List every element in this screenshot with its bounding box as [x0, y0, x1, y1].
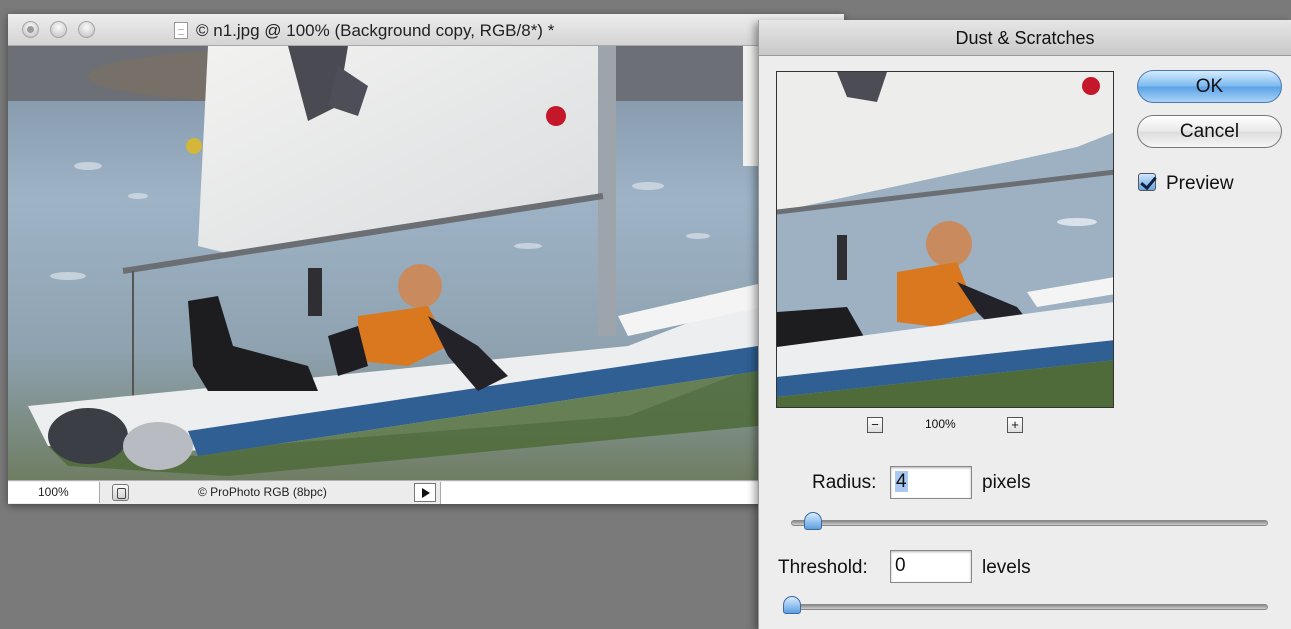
document-icon — [174, 22, 188, 39]
radius-slider-track[interactable] — [791, 520, 1268, 526]
minimize-icon[interactable] — [50, 21, 67, 38]
ok-button[interactable]: OK — [1137, 70, 1282, 103]
radius-unit: pixels — [982, 472, 1031, 493]
preview-checkbox[interactable] — [1138, 173, 1156, 191]
cancel-button[interactable]: Cancel — [1137, 115, 1282, 148]
zoom-level-field[interactable]: 100% — [8, 482, 100, 503]
preview-zoom-value: 100% — [925, 417, 956, 431]
threshold-unit: levels — [982, 557, 1031, 578]
threshold-slider-thumb[interactable] — [783, 596, 801, 614]
sailboat-photo — [8, 46, 758, 480]
zoom-out-button[interactable]: − — [867, 417, 883, 433]
close-icon[interactable] — [22, 21, 39, 38]
filter-preview[interactable] — [776, 71, 1114, 408]
horizontal-scrollbar[interactable] — [440, 482, 758, 504]
color-profile-text: © ProPhoto RGB (8bpc) — [198, 485, 327, 499]
status-icon[interactable] — [112, 484, 129, 501]
dust-scratches-dialog: Dust & Scratches − 100% + OK Cancel Prev… — [758, 20, 1291, 629]
document-title-bar[interactable]: © n1.jpg @ 100% (Background copy, RGB/8*… — [8, 14, 844, 46]
document-window: © n1.jpg @ 100% (Background copy, RGB/8*… — [8, 14, 844, 504]
preview-image — [777, 72, 1113, 407]
zoom-in-button[interactable]: + — [1007, 417, 1023, 433]
dialog-title: Dust & Scratches — [955, 28, 1095, 48]
radius-input[interactable]: 4 — [890, 466, 972, 499]
status-bar: 100% © ProPhoto RGB (8bpc) — [8, 480, 758, 504]
zoom-icon[interactable] — [78, 21, 95, 38]
threshold-slider-track[interactable] — [791, 604, 1268, 610]
document-title: © n1.jpg @ 100% (Background copy, RGB/8*… — [196, 21, 555, 40]
dialog-title-bar[interactable]: Dust & Scratches — [759, 20, 1291, 56]
preview-label[interactable]: Preview — [1166, 173, 1234, 195]
arrow-right-icon[interactable] — [414, 483, 436, 502]
threshold-input[interactable]: 0 — [890, 550, 972, 583]
radius-value: 4 — [895, 471, 908, 492]
threshold-label: Threshold: — [778, 557, 868, 578]
image-canvas[interactable] — [8, 46, 758, 480]
radius-label: Radius: — [812, 472, 877, 493]
radius-slider-thumb[interactable] — [804, 512, 822, 530]
